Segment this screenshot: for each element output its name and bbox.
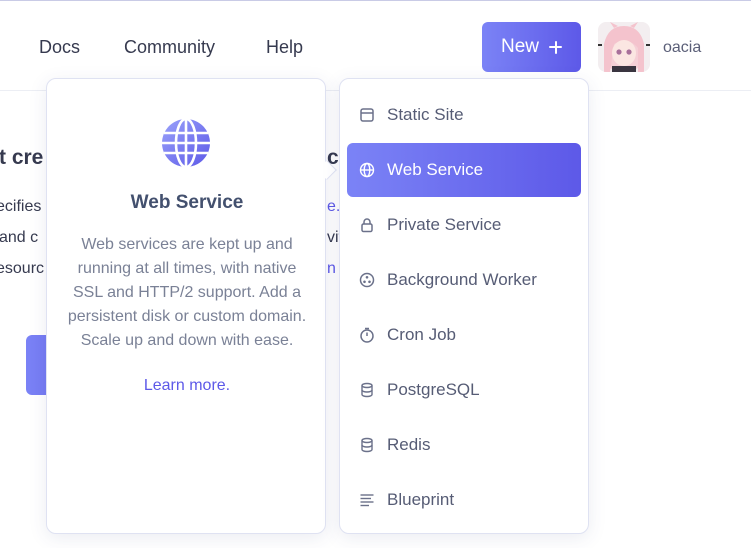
menu-item-redis[interactable]: Redis: [347, 418, 581, 472]
menu-item-static-site[interactable]: Static Site: [347, 88, 581, 142]
background-heading-left: 't cre: [0, 146, 44, 169]
menu-item-label: Cron Job: [387, 325, 456, 344]
service-description-panel: Web Service Web services are kept up and…: [46, 78, 326, 534]
menu-item-label: Background Worker: [387, 270, 537, 289]
menu-item-web-service[interactable]: Web Service: [347, 143, 581, 197]
new-service-menu: Static Site Web Service Private Service: [339, 78, 589, 534]
learn-more-link[interactable]: Learn more.: [47, 377, 327, 395]
lock-icon: [361, 218, 373, 233]
menu-item-background-worker[interactable]: Background Worker: [347, 253, 581, 307]
worker-icon: [359, 272, 375, 288]
avatar[interactable]: [598, 22, 650, 72]
background-text-line: esourc: [0, 260, 45, 277]
menu-item-label: Web Service: [387, 160, 484, 179]
browser-window-icon: [360, 108, 374, 122]
plus-icon: [549, 40, 562, 54]
new-button[interactable]: New: [482, 22, 581, 72]
menu-item-cron-job[interactable]: Cron Job: [347, 308, 581, 362]
menu-item-blueprint[interactable]: Blueprint: [347, 473, 581, 527]
menu-item-label: Redis: [387, 435, 431, 454]
new-button-label: New: [500, 36, 539, 57]
description-title: Web Service: [130, 192, 244, 213]
description-body: Web services are kept up and running at …: [67, 236, 307, 349]
nav-help-link[interactable]: Help: [266, 37, 303, 58]
background-link-text: n: [327, 260, 336, 277]
menu-item-label: Blueprint: [387, 490, 455, 509]
username[interactable]: oacia: [663, 39, 701, 57]
database-icon: [361, 437, 373, 453]
menu-item-label: Private Service: [387, 215, 502, 234]
database-icon: [361, 382, 373, 398]
globe-icon: [359, 162, 375, 178]
menu-item-postgresql[interactable]: PostgreSQL: [347, 363, 581, 417]
menu-item-label: PostgreSQL: [387, 380, 480, 399]
globe-icon: [162, 117, 210, 169]
stopwatch-icon: [360, 327, 374, 343]
nav-community-link[interactable]: Community: [124, 37, 215, 58]
background-text-line: and c: [0, 229, 39, 246]
nav-docs-link[interactable]: Docs: [39, 37, 80, 58]
menu-item-label: Static Site: [387, 105, 464, 124]
background-text-line: ecifies: [0, 198, 42, 215]
menu-item-private-service[interactable]: Private Service: [347, 198, 581, 252]
blueprint-lines-icon: [360, 494, 374, 507]
